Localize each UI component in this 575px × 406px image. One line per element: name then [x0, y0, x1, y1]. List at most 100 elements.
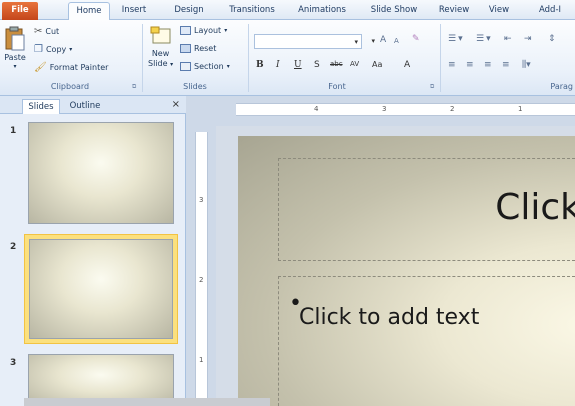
title-placeholder[interactable]: Click: [278, 158, 575, 261]
slide-thumbnail-2[interactable]: [24, 234, 178, 344]
clear-formatting-icon[interactable]: ✎: [412, 34, 420, 44]
title-placeholder-text: Click: [495, 187, 575, 228]
cut-label: Cut: [45, 27, 60, 36]
copy-label: Copy: [45, 45, 67, 54]
tab-add-ins[interactable]: Add-I: [528, 3, 572, 20]
font-color-button[interactable]: A: [404, 60, 410, 70]
font-group-label: Font: [328, 82, 346, 91]
ruler-mark: 2: [199, 276, 204, 284]
content-placeholder-text: • Click to add text: [289, 291, 480, 330]
paste-button[interactable]: Paste ▾: [4, 26, 26, 70]
ruler-mark: 2: [450, 105, 455, 113]
chevron-down-icon: ▾: [69, 46, 73, 53]
slide-canvas: Click • Click to add text: [238, 136, 575, 406]
reset-icon: [180, 44, 191, 53]
tab-outline[interactable]: Outline: [64, 99, 106, 114]
tab-design[interactable]: Design: [170, 3, 208, 20]
chevron-down-icon: ▾: [13, 63, 17, 70]
columns-button[interactable]: ⫼▾: [522, 60, 531, 70]
copy-icon: ❐: [34, 44, 43, 55]
horizontal-ruler[interactable]: 4 3 2 1: [186, 96, 575, 126]
ruler-strip: 3 2 1: [195, 132, 208, 406]
section-button[interactable]: Section ▾: [180, 62, 230, 71]
panel-tabs: Slides Outline ×: [0, 96, 186, 114]
ribbon: Paste ▾ ✂ Cut ❐ Copy ▾ 🖌 Format Painter …: [0, 20, 575, 96]
tab-slide-show[interactable]: Slide Show: [366, 3, 422, 20]
format-painter-button[interactable]: 🖌 Format Painter: [34, 62, 108, 73]
layout-icon: [180, 26, 191, 35]
font-name-combo[interactable]: ▾: [254, 34, 362, 49]
paintbrush-icon: 🖌: [34, 62, 47, 73]
dialog-launcher-icon[interactable]: ⧉: [132, 83, 136, 91]
slides-group-label: Slides: [183, 82, 207, 91]
chevron-down-icon: ▾: [226, 63, 230, 70]
group-divider: [440, 24, 441, 92]
shrink-font-button[interactable]: A: [394, 37, 399, 45]
line-spacing-button[interactable]: ⇕: [548, 34, 556, 44]
ribbon-tab-bar: File Home Insert Design Transitions Anim…: [0, 0, 575, 20]
ruler-strip: 4 3 2 1: [236, 103, 575, 116]
close-icon[interactable]: ×: [172, 99, 180, 110]
italic-button[interactable]: I: [276, 60, 280, 70]
reset-label: Reset: [194, 44, 217, 53]
align-right-button[interactable]: ≡: [484, 60, 492, 70]
status-overlay: [24, 398, 270, 406]
bold-button[interactable]: B: [256, 60, 264, 70]
font-size-combo[interactable]: ▾: [364, 34, 378, 49]
cut-button[interactable]: ✂ Cut: [34, 26, 59, 37]
tab-insert[interactable]: Insert: [118, 3, 150, 20]
align-left-button[interactable]: ≡: [448, 60, 456, 70]
chevron-down-icon: ▾: [224, 27, 228, 34]
copy-button[interactable]: ❐ Copy ▾: [34, 44, 72, 55]
tab-review[interactable]: Review: [436, 3, 472, 20]
layout-label: Layout: [194, 26, 222, 35]
tab-view[interactable]: View: [484, 3, 514, 20]
numbering-button[interactable]: ☰▾: [476, 34, 493, 44]
scissors-icon: ✂: [34, 26, 43, 37]
align-center-button[interactable]: ≡: [466, 60, 474, 70]
new-slide-label-2: Slide: [148, 59, 168, 68]
strikethrough-button[interactable]: abc: [330, 60, 343, 68]
new-slide-label: New: [151, 49, 170, 58]
vertical-ruler[interactable]: 3 2 1: [186, 126, 216, 406]
underline-button[interactable]: U: [294, 60, 302, 70]
slide-thumbnail-1[interactable]: [24, 118, 178, 228]
new-slide-button[interactable]: New Slide ▾: [148, 26, 173, 68]
bullets-button[interactable]: ☰▾: [448, 34, 465, 44]
shadow-button[interactable]: S: [314, 60, 320, 70]
slide-editing-area: Click • Click to add text: [216, 126, 575, 406]
change-case-button[interactable]: Aa: [372, 60, 382, 69]
increase-indent-button[interactable]: ⇥: [524, 34, 532, 44]
ruler-mark: 1: [518, 105, 523, 113]
tab-transitions[interactable]: Transitions: [224, 3, 280, 20]
clipboard-group-label: Clipboard: [50, 82, 90, 91]
section-icon: [180, 62, 191, 71]
slides-panel: Slides Outline × 1 2 3: [0, 96, 186, 406]
slide-thumbnail-image: [29, 239, 173, 339]
format-painter-label: Format Painter: [49, 63, 109, 72]
chevron-down-icon: ▾: [371, 37, 375, 45]
section-label: Section: [194, 62, 224, 71]
slide-thumbnail-image: [28, 122, 174, 224]
slide-number: 1: [10, 126, 17, 136]
ruler-mark: 4: [314, 105, 319, 113]
tab-animations[interactable]: Animations: [293, 3, 351, 20]
tab-slides[interactable]: Slides: [22, 99, 60, 114]
content-placeholder-label: Click to add text: [299, 305, 480, 330]
reset-button[interactable]: Reset: [180, 44, 216, 53]
content-placeholder[interactable]: • Click to add text: [278, 276, 575, 406]
paste-icon: [5, 26, 25, 51]
decrease-indent-button[interactable]: ⇤: [504, 34, 512, 44]
slide-number: 2: [10, 242, 17, 252]
dialog-launcher-icon[interactable]: ⧉: [430, 83, 434, 91]
layout-button[interactable]: Layout ▾: [180, 26, 227, 35]
new-slide-icon: [150, 26, 171, 44]
ruler-mark: 3: [199, 196, 204, 204]
justify-button[interactable]: ≡: [502, 60, 510, 70]
character-spacing-button[interactable]: AV: [350, 60, 359, 68]
tab-home[interactable]: Home: [68, 2, 110, 20]
ruler-mark: 3: [382, 105, 387, 113]
grow-font-button[interactable]: A: [380, 35, 386, 45]
paragraph-group-label: Parag: [550, 82, 573, 91]
tab-file[interactable]: File: [2, 2, 38, 20]
